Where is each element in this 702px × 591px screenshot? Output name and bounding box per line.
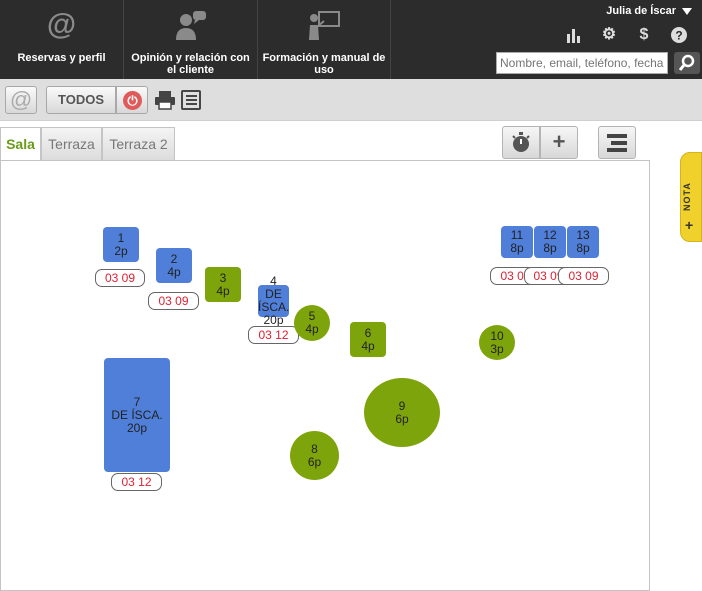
plus-icon: + bbox=[552, 129, 566, 154]
reservation-badge[interactable]: 03 09 bbox=[95, 269, 145, 287]
power-button[interactable]: ⏻ bbox=[116, 86, 148, 114]
gear-icon[interactable]: ⚙ bbox=[600, 26, 618, 44]
table-capacity: 8p bbox=[543, 241, 557, 255]
nota-tab[interactable]: NOTA + bbox=[680, 152, 702, 242]
table-6[interactable]: 6 4p bbox=[350, 322, 386, 357]
table-capacity: 2p bbox=[114, 243, 128, 258]
table-13[interactable]: 13 8p bbox=[567, 226, 599, 258]
dollar-icon[interactable]: $ bbox=[635, 26, 653, 44]
todos-button[interactable]: TODOS bbox=[46, 86, 116, 114]
user-menu[interactable]: Julia de Íscar bbox=[606, 5, 692, 17]
at-icon: @ bbox=[9, 87, 33, 112]
nav-formacion-manual[interactable]: Formación y manual de uso bbox=[258, 0, 391, 79]
toolbar: @ TODOS ⏻ bbox=[0, 79, 702, 121]
table-capacity: 3p bbox=[490, 341, 504, 356]
reservation-badge[interactable]: 03 09 bbox=[558, 267, 609, 285]
nav-reservas-perfil[interactable]: @ Reservas y perfil bbox=[0, 0, 124, 79]
table-8[interactable]: 8 6p bbox=[290, 431, 339, 480]
help-icon[interactable]: ? bbox=[670, 26, 688, 44]
table-number: 2 bbox=[170, 251, 178, 266]
table-capacity: 4p bbox=[361, 338, 375, 353]
tab-terraza-2[interactable]: Terraza 2 bbox=[102, 127, 175, 160]
align-icon bbox=[607, 134, 627, 152]
timer-button[interactable] bbox=[502, 126, 540, 159]
table-name: DE ÍSCA. bbox=[111, 407, 163, 422]
person-speech-icon bbox=[174, 8, 208, 42]
table-capacity: 6p bbox=[395, 411, 409, 426]
table-10[interactable]: 10 3p bbox=[479, 325, 515, 360]
align-button[interactable] bbox=[598, 126, 636, 159]
nav-label: Reservas y perfil bbox=[17, 52, 106, 64]
table-4[interactable]: 4 DE ÍSCA. 20p bbox=[258, 275, 290, 327]
list-view-icon[interactable] bbox=[181, 90, 201, 110]
table-1[interactable]: 1 2p bbox=[103, 227, 139, 262]
tab-terraza[interactable]: Terraza bbox=[41, 127, 102, 160]
tab-sala[interactable]: Sala bbox=[0, 127, 41, 161]
search-input[interactable] bbox=[496, 52, 668, 74]
table-name: DE ÍSCA. bbox=[258, 287, 290, 314]
table-2[interactable]: 2 4p bbox=[156, 248, 192, 283]
reservation-badge[interactable]: 03 12 bbox=[111, 473, 162, 491]
table-capacity: 6p bbox=[307, 454, 322, 469]
table-11[interactable]: 11 8p bbox=[501, 226, 533, 258]
add-table-button[interactable]: + bbox=[540, 126, 578, 159]
top-icon-bar: ⚙ $ ? bbox=[565, 26, 688, 44]
email-filter-button[interactable]: @ bbox=[5, 86, 37, 114]
table-number: 10 bbox=[490, 328, 504, 343]
table-number: 9 bbox=[398, 398, 406, 413]
table-number: 6 bbox=[364, 325, 372, 340]
bar-chart-icon[interactable] bbox=[565, 26, 583, 44]
nav-label: Formación y manual de uso bbox=[262, 52, 386, 76]
floor-plan: 1 2p 03 09 2 4p 03 09 3 4p 4 DE ÍSCA. 20p 03 12 5 4p 6… bbox=[0, 160, 650, 591]
table-3[interactable]: 3 4p bbox=[205, 267, 241, 302]
power-icon: ⏻ bbox=[123, 91, 142, 110]
svg-text:?: ? bbox=[675, 29, 682, 43]
stopwatch-icon bbox=[512, 132, 530, 152]
table-capacity: 4p bbox=[167, 264, 181, 279]
nav-label: Opinión y relación con el cliente bbox=[131, 52, 250, 76]
table-number: 1 bbox=[117, 230, 125, 245]
table-number: 7 bbox=[133, 394, 141, 409]
table-capacity: 4p bbox=[305, 322, 319, 336]
table-capacity: 8p bbox=[510, 241, 524, 255]
top-navigation-bar: @ Reservas y perfil Opinión y relación c… bbox=[0, 0, 702, 79]
at-icon: @ bbox=[46, 8, 77, 41]
table-capacity: 8p bbox=[576, 241, 590, 255]
search-icon bbox=[678, 54, 695, 71]
plus-icon: + bbox=[685, 217, 694, 233]
teacher-board-icon bbox=[307, 8, 341, 42]
user-name: Julia de Íscar bbox=[606, 5, 676, 17]
nav-opinion-relacion[interactable]: Opinión y relación con el cliente bbox=[124, 0, 258, 79]
table-12[interactable]: 12 8p bbox=[534, 226, 566, 258]
table-number: 8 bbox=[311, 441, 318, 456]
print-icon[interactable] bbox=[154, 90, 176, 110]
table-number: 3 bbox=[219, 270, 227, 285]
table-capacity: 4p bbox=[216, 283, 230, 298]
search-button[interactable] bbox=[674, 52, 700, 74]
caret-down-icon bbox=[682, 7, 692, 15]
reservation-badge[interactable]: 03 09 bbox=[148, 292, 199, 310]
table-9[interactable]: 9 6p bbox=[364, 378, 440, 447]
table-7[interactable]: 7 DE ÍSCA. 20p bbox=[104, 358, 170, 472]
reservation-badge[interactable]: 03 12 bbox=[248, 326, 299, 344]
table-capacity: 20p bbox=[126, 420, 148, 435]
table-5[interactable]: 5 4p bbox=[294, 305, 330, 341]
